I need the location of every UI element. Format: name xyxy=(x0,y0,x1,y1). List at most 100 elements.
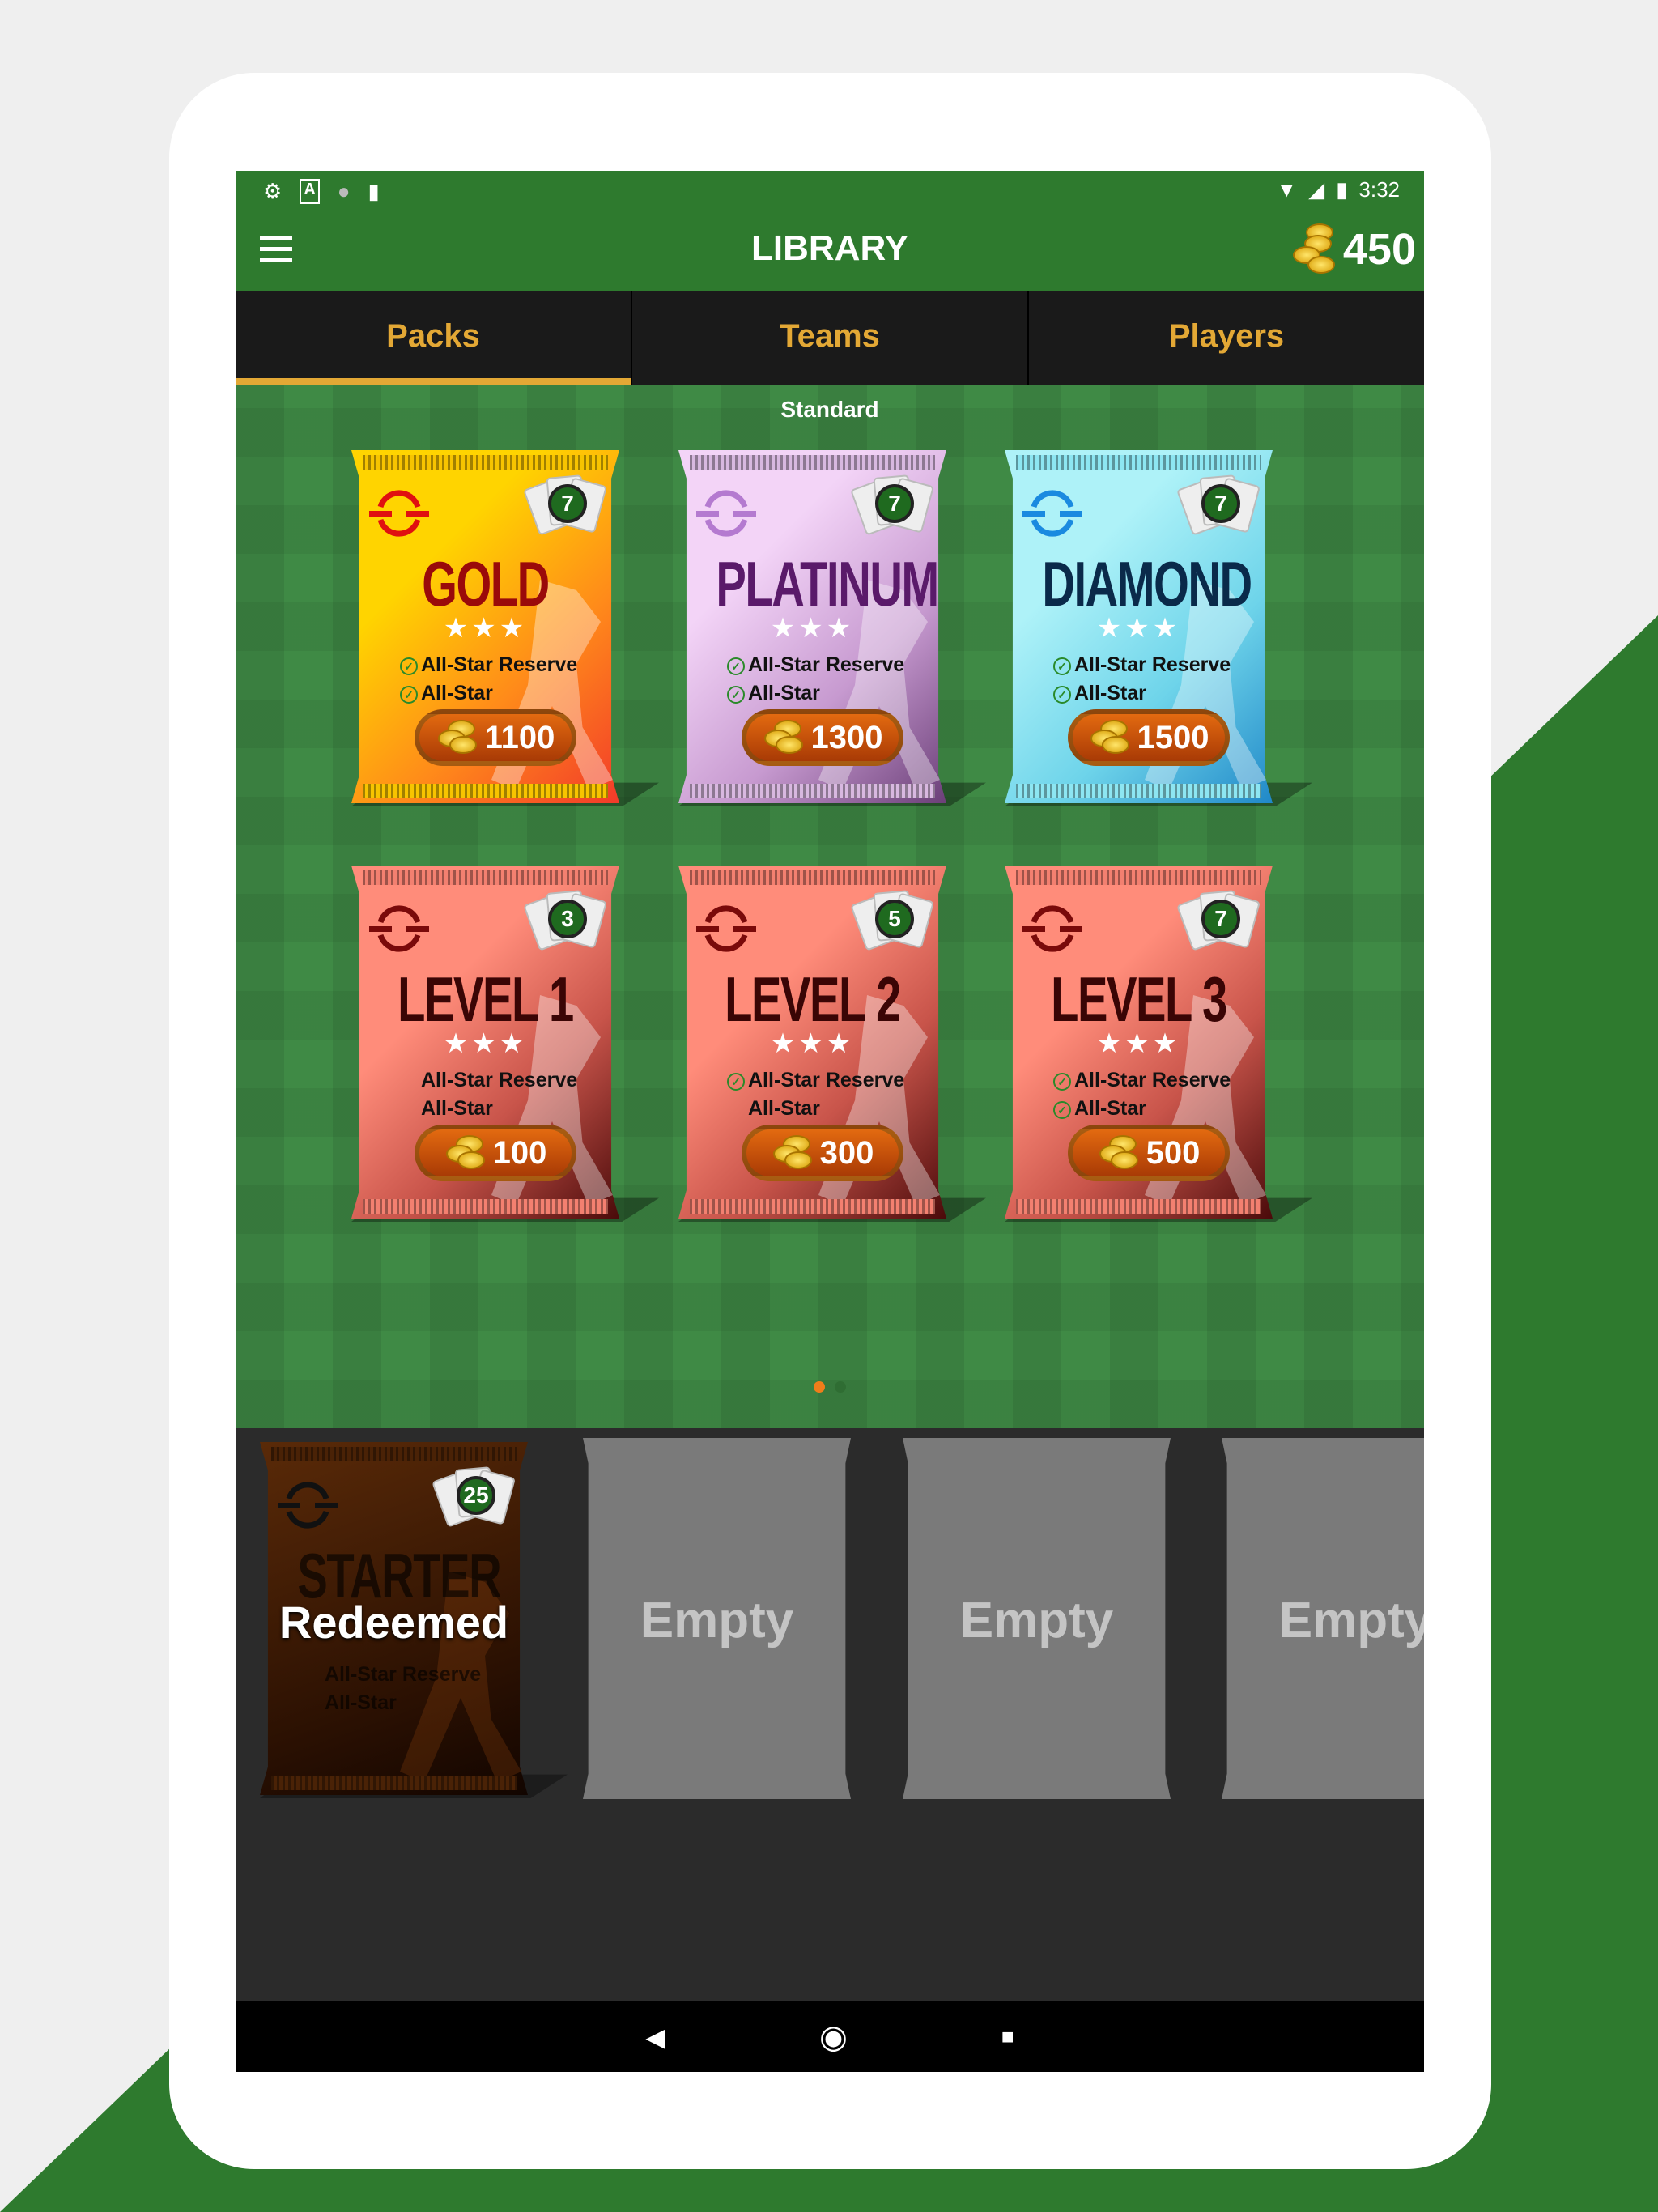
empty-pack-slot[interactable]: Empty xyxy=(1222,1438,1424,1799)
pack-stars: ★★★ xyxy=(770,613,855,644)
buy-pack-button[interactable]: 100 xyxy=(414,1125,576,1181)
brand-logo-icon xyxy=(278,1482,338,1529)
check-circle-icon: ✓ xyxy=(727,686,745,704)
pack-stars: ★★★ xyxy=(1096,1028,1181,1059)
coin-count: 450 xyxy=(1342,225,1416,274)
brand-logo-icon xyxy=(1022,490,1082,537)
pack-stars: ★★★ xyxy=(443,613,528,644)
coin-stack-icon xyxy=(1290,223,1338,275)
pack-name: LEVEL 2 xyxy=(725,963,901,1035)
buy-pack-button[interactable]: 300 xyxy=(742,1125,903,1181)
pack-card-level-3[interactable]: 7 LEVEL 3 ★★★ ✓ All-Star Reserve ✓ All-Star 500 xyxy=(1005,866,1312,1222)
card-count-badge: 25 xyxy=(432,1466,517,1531)
buy-pack-button[interactable]: 1300 xyxy=(742,709,903,766)
tab-teams[interactable]: Teams xyxy=(632,291,1029,385)
brand-logo-icon xyxy=(696,905,756,952)
check-circle-icon: ✓ xyxy=(727,657,745,675)
check-circle-icon: ✓ xyxy=(400,686,418,704)
settings-icon: ⚙ xyxy=(263,179,283,203)
pack-feature: ✓ All-Star Reserve xyxy=(1053,651,1231,679)
pack-price: 1500 xyxy=(1137,719,1209,755)
pack-card-diamond[interactable]: 7 DIAMOND ★★★ ✓ All-Star Reserve ✓ All-Star 150… xyxy=(1005,450,1312,806)
pack-feature: ✓ All-Star xyxy=(1053,1095,1231,1123)
navigation-bar: ◀ ◉ ■ xyxy=(236,2001,1424,2072)
pack-name: LEVEL 3 xyxy=(1051,963,1227,1035)
card-count-badge: 7 xyxy=(523,474,608,539)
pack-name: DIAMOND xyxy=(1042,548,1252,619)
recents-icon[interactable]: ■ xyxy=(1001,2024,1014,2049)
pack-price: 1300 xyxy=(810,719,883,755)
app-screen: ⚙ A ● ▮ ▼ ◢ ▮ 3:32 LIBRARY 450 Packs Tea… xyxy=(236,171,1424,2072)
page-dot[interactable] xyxy=(835,1381,846,1393)
pack-feature: All-Star Reserve xyxy=(325,1663,482,1686)
pack-stars: ★★★ xyxy=(1096,613,1181,644)
coin-stack-icon xyxy=(436,720,477,755)
pack-tray: 25 STARTER All-Star Reserve All-Star Redeeme… xyxy=(236,1428,1424,2072)
brand-logo-icon xyxy=(696,490,756,537)
circle-icon: ● xyxy=(337,179,351,203)
coin-stack-icon xyxy=(1089,720,1129,755)
pack-name: PLATINUM xyxy=(716,548,939,619)
battery-icon: ▮ xyxy=(1336,177,1348,202)
pack-feature: All-Star xyxy=(748,1097,820,1120)
pack-price: 100 xyxy=(492,1134,547,1171)
sd-card-icon: ▮ xyxy=(368,179,380,203)
pack-feature: ✓ All-Star xyxy=(400,679,577,708)
check-circle-icon: ✓ xyxy=(1053,686,1071,704)
page-indicator xyxy=(236,1381,1424,1393)
empty-pack-slot[interactable]: Empty xyxy=(583,1438,851,1799)
coin-stack-icon xyxy=(444,1135,485,1171)
pack-feature: All-Star Reserve xyxy=(421,1069,578,1091)
pack-stars: ★★★ xyxy=(443,1028,528,1059)
pack-name: GOLD xyxy=(422,548,550,619)
pack-feature: ✓ All-Star xyxy=(727,679,904,708)
pack-feature: All-Star xyxy=(421,1097,493,1120)
redeemed-label: Redeemed xyxy=(278,1597,509,1648)
tab-players[interactable]: Players xyxy=(1029,291,1424,385)
app-bar: LIBRARY 450 xyxy=(236,209,1424,291)
pack-price: 500 xyxy=(1146,1134,1201,1171)
check-circle-icon: ✓ xyxy=(1053,1073,1071,1091)
empty-pack-slot[interactable]: Empty xyxy=(903,1438,1171,1799)
brand-logo-icon xyxy=(369,490,429,537)
check-circle-icon: ✓ xyxy=(400,657,418,675)
pack-feature: ✓ All-Star xyxy=(1053,679,1231,708)
back-icon[interactable]: ◀ xyxy=(645,2022,665,2052)
buy-pack-button[interactable]: 1100 xyxy=(414,709,576,766)
coin-stack-icon xyxy=(763,720,803,755)
pack-feature: ✓ All-Star Reserve xyxy=(727,1066,904,1095)
pack-feature: ✓ All-Star Reserve xyxy=(1053,1066,1231,1095)
card-count-badge: 3 xyxy=(523,890,608,955)
pack-feature: ✓ All-Star Reserve xyxy=(727,651,904,679)
pack-card-platinum[interactable]: 7 PLATINUM ★★★ ✓ All-Star Reserve ✓ All-Star 13… xyxy=(678,450,986,806)
redeemed-pack-starter[interactable]: 25 STARTER All-Star Reserve All-Star Redeeme… xyxy=(260,1442,568,1798)
clock: 3:32 xyxy=(1358,177,1400,202)
pack-price: 300 xyxy=(819,1134,874,1171)
signal-icon: ◢ xyxy=(1308,177,1325,202)
home-icon[interactable]: ◉ xyxy=(819,2018,848,2056)
pack-card-level-2[interactable]: 5 LEVEL 2 ★★★ ✓ All-Star Reserve All-Star 300 xyxy=(678,866,986,1222)
tab-bar: Packs Teams Players xyxy=(236,291,1424,385)
wifi-icon: ▼ xyxy=(1276,177,1298,202)
pack-card-level-1[interactable]: 3 LEVEL 1 ★★★ All-Star Reserve All-Star 100 xyxy=(351,866,659,1222)
page-title: LIBRARY xyxy=(751,228,908,268)
pack-stars: ★★★ xyxy=(770,1028,855,1059)
coin-stack-icon xyxy=(1098,1135,1138,1171)
pack-card-gold[interactable]: 7 GOLD ★★★ ✓ All-Star Reserve ✓ All-Star 1100 xyxy=(351,450,659,806)
brand-logo-icon xyxy=(369,905,429,952)
card-count-badge: 7 xyxy=(850,474,935,539)
pack-feature: All-Star xyxy=(325,1691,397,1714)
check-circle-icon: ✓ xyxy=(1053,657,1071,675)
coin-stack-icon xyxy=(772,1135,812,1171)
empty-label: Empty xyxy=(1278,1593,1424,1648)
card-count-badge: 7 xyxy=(1176,890,1261,955)
packs-carousel[interactable]: Standard 7 GOLD ★★★ ✓ All-Star Reserve ✓ All-S… xyxy=(236,385,1424,1428)
tab-packs[interactable]: Packs xyxy=(236,291,632,385)
pack-feature: ✓ All-Star Reserve xyxy=(400,651,577,679)
card-count-badge: 5 xyxy=(850,890,935,955)
page-dot-active[interactable] xyxy=(814,1381,825,1393)
buy-pack-button[interactable]: 1500 xyxy=(1068,709,1230,766)
section-title: Standard xyxy=(780,397,879,422)
buy-pack-button[interactable]: 500 xyxy=(1068,1125,1230,1181)
brand-logo-icon xyxy=(1022,905,1082,952)
